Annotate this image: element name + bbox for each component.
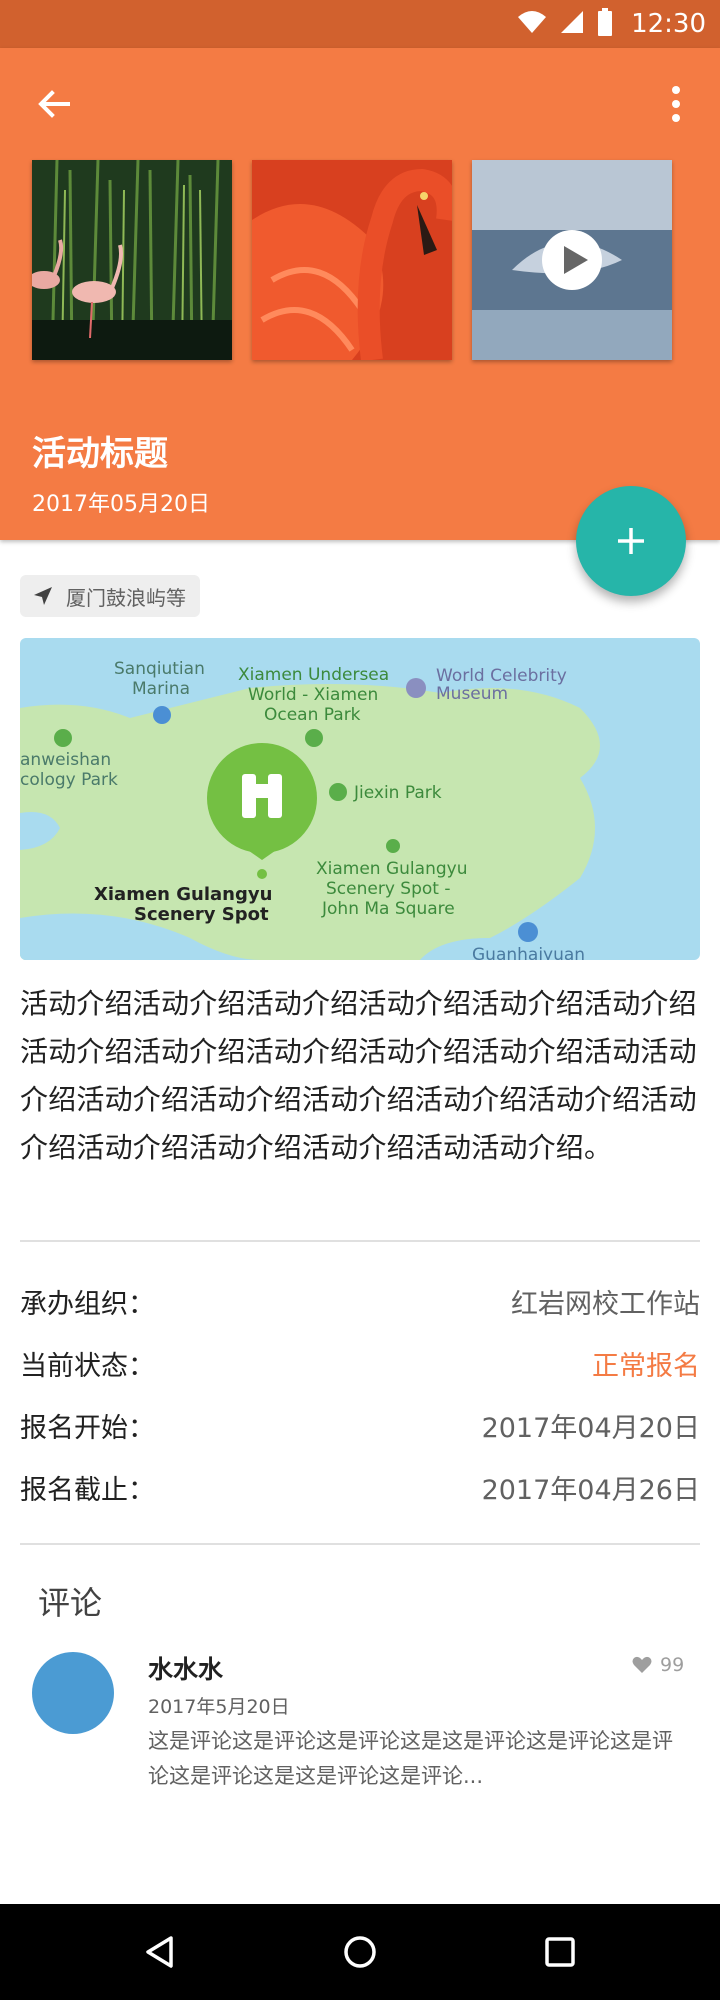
arrow-left-icon: [38, 90, 70, 118]
map-label-gulangyu2: Scenery Spot: [134, 904, 269, 925]
map-label-celebrity1: World Celebrity: [436, 666, 567, 686]
poi-guanhai-icon: [518, 922, 538, 942]
event-description: 活动介绍活动介绍活动介绍活动介绍活动介绍活动介绍活动介绍活动介绍活动介绍活动介绍…: [20, 987, 697, 1164]
media-thumb-flamingos[interactable]: [32, 160, 232, 360]
info-value: 红岩网校工作站: [511, 1289, 700, 1320]
map-label-guanhai: Guanhaiyuan: [472, 945, 585, 960]
info-key: 报名截止：: [20, 1475, 155, 1506]
poi-jiexin-icon: [329, 783, 347, 801]
status-time: 12:30: [631, 9, 706, 39]
comments-title: 评论: [38, 1584, 103, 1622]
poi-museum-icon: [406, 678, 426, 698]
event-date: 2017年05月20日: [32, 492, 210, 517]
flamingo-closeup-image: [252, 160, 452, 360]
location-map[interactable]: Sanqiutian Marina World Celebrity Museum…: [20, 638, 700, 960]
status-bar: 12:30: [0, 0, 720, 48]
comment-text: 这是评论这是评论这是评论这是这是评论这是评论这是评论这是评论这是这是评论这是评论…: [148, 1729, 673, 1788]
map-label-johnma2: Scenery Spot -: [326, 879, 450, 899]
poi-marina-icon: [153, 706, 171, 724]
map-label-marina: Marina: [132, 679, 190, 699]
status-value: 正常报名: [592, 1351, 700, 1382]
map-label-celebrity2: Museum: [436, 684, 508, 704]
more-menu-button[interactable]: [660, 84, 692, 124]
info-value: 2017年04月26日: [481, 1475, 700, 1506]
event-title: 活动标题: [32, 434, 168, 474]
triangle-back-icon: [146, 1936, 173, 1968]
battery-icon: [597, 8, 613, 40]
media-thumb-video[interactable]: [472, 160, 672, 360]
map-label-undersea3: Ocean Park: [264, 705, 361, 725]
divider: [20, 1543, 700, 1545]
comment-author: 水水水: [148, 1655, 224, 1684]
map-label-johnma1: Xiamen Gulangyu: [316, 859, 467, 879]
nav-back-button[interactable]: [120, 1904, 200, 2000]
nav-recents-button[interactable]: [520, 1904, 600, 2000]
wifi-icon: [517, 9, 547, 39]
info-row-organizer: 承办组织： 红岩网校工作站: [20, 1282, 700, 1328]
flamingos-image: [32, 160, 232, 360]
like-count: 99: [660, 1654, 685, 1676]
poi-park2-icon: [305, 729, 323, 747]
map-label-undersea2: World - Xiamen: [248, 685, 378, 705]
info-value: 2017年04月20日: [481, 1413, 700, 1444]
map-label-jiexin: Jiexin Park: [353, 783, 442, 803]
info-key: 报名开始：: [20, 1413, 155, 1444]
poi-johnma-icon: [386, 839, 400, 853]
info-row-status: 当前状态： 正常报名: [20, 1344, 700, 1390]
comment-date: 2017年5月20日: [148, 1696, 290, 1718]
more-vert-icon: [672, 86, 680, 122]
info-key: 当前状态：: [20, 1351, 155, 1382]
like-button[interactable]: 99: [632, 1654, 684, 1676]
map-label-yanweishan2: cology Park: [20, 770, 118, 790]
nav-home-button[interactable]: [320, 1904, 400, 2000]
add-fab-button[interactable]: [576, 486, 686, 596]
heart-icon: [632, 1656, 652, 1673]
location-label: 厦门鼓浪屿等: [66, 585, 186, 610]
info-row-start: 报名开始： 2017年04月20日: [20, 1406, 700, 1452]
poi-park-icon: [54, 729, 72, 747]
system-nav-bar: [0, 1904, 720, 2000]
location-chip[interactable]: 厦门鼓浪屿等: [20, 575, 200, 617]
back-button[interactable]: [34, 84, 74, 124]
media-thumb-flamingo[interactable]: [252, 160, 452, 360]
map-label-sanqiutian: Sanqiutian: [114, 659, 205, 679]
event-header: 活动标题 2017年05月20日: [0, 48, 720, 540]
circle-home-icon: [344, 1936, 376, 1968]
status-icons: 12:30: [517, 0, 706, 48]
info-row-deadline: 报名截止： 2017年04月26日: [20, 1468, 700, 1514]
navigation-arrow-icon: [34, 587, 52, 605]
map-label-undersea1: Xiamen Undersea: [238, 665, 389, 685]
map-label-gulangyu1: Xiamen Gulangyu: [94, 884, 272, 905]
plus-icon: [618, 528, 644, 554]
divider: [20, 1240, 700, 1242]
map-label-johnma3: John Ma Square: [321, 899, 455, 919]
info-key: 承办组织：: [20, 1289, 155, 1320]
square-recents-icon: [545, 1937, 575, 1967]
avatar[interactable]: [32, 1652, 114, 1734]
signal-icon: [559, 9, 585, 39]
whale-video-image: [472, 160, 672, 360]
map-label-yanweishan1: anweishan: [20, 750, 111, 770]
